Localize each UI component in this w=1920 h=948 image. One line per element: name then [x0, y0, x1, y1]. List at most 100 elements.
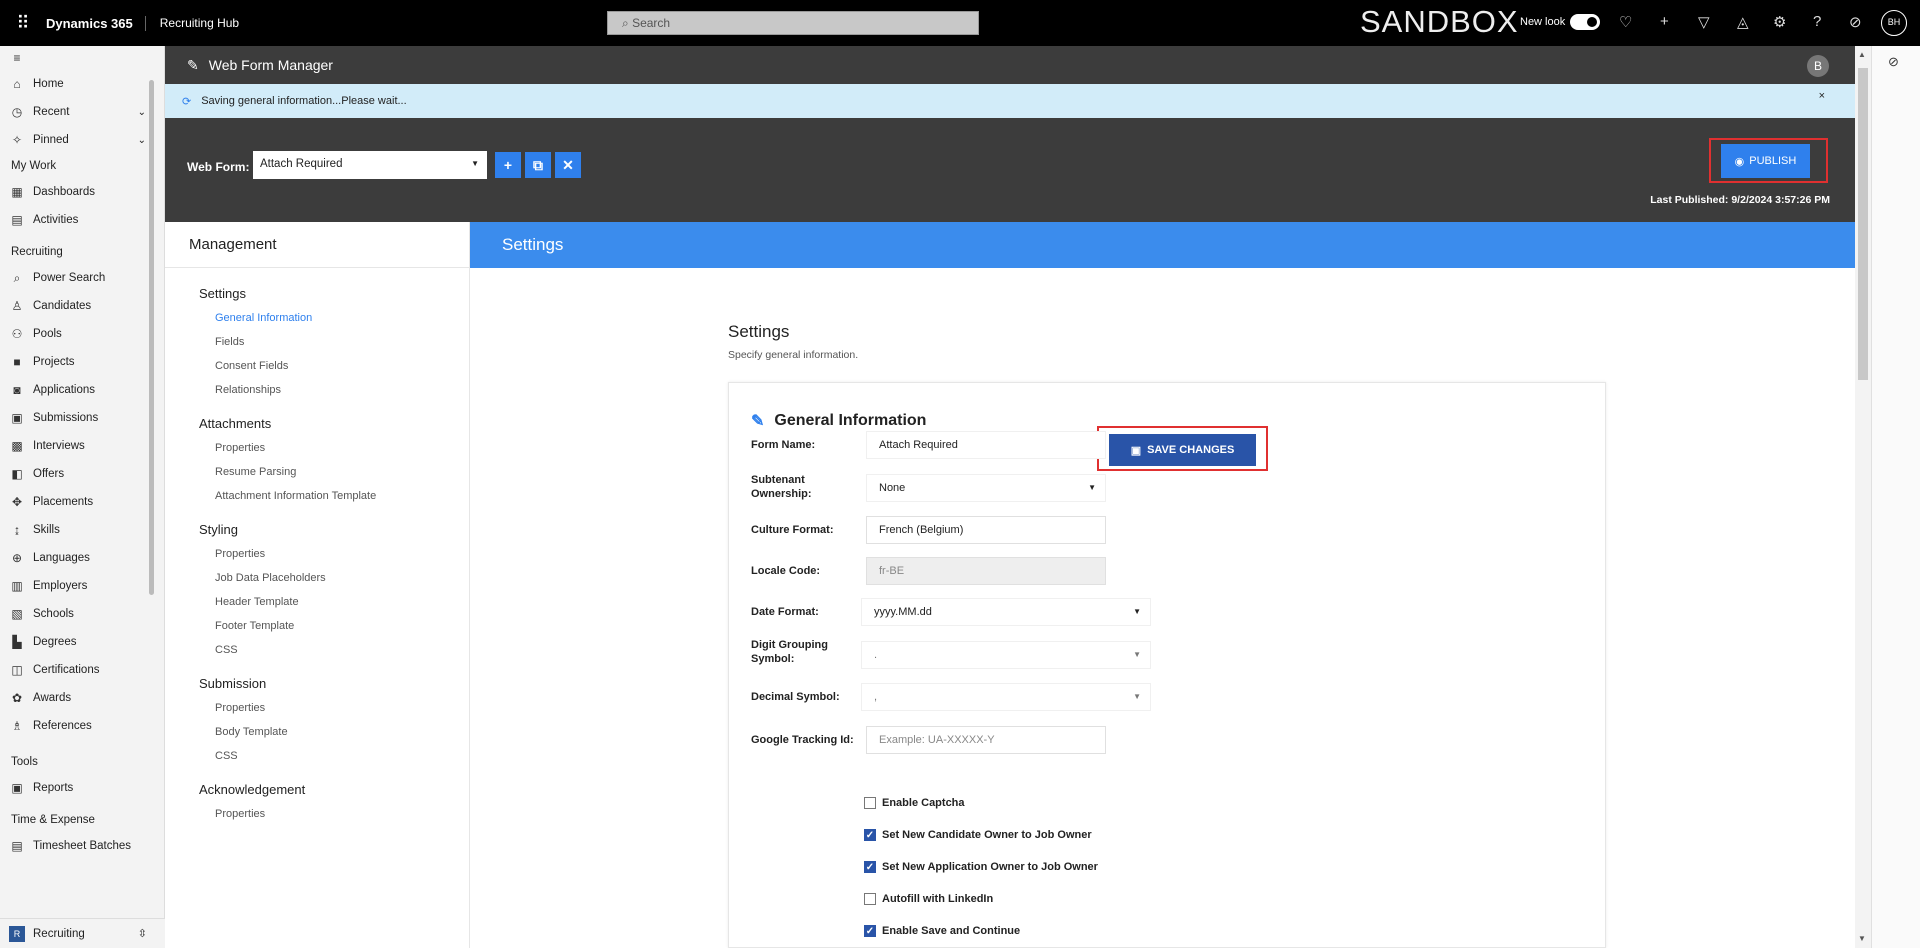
- link-relationships[interactable]: Relationships: [165, 378, 469, 402]
- lightbulb-icon[interactable]: ♡: [1619, 13, 1632, 31]
- edit-icon: ✎: [187, 56, 199, 73]
- subtenant-select[interactable]: None ▼: [866, 474, 1106, 502]
- nav-projects[interactable]: ■ Projects: [0, 348, 164, 376]
- link-attachment-properties[interactable]: Properties: [165, 436, 469, 460]
- link-submission-css[interactable]: CSS: [165, 744, 469, 768]
- card-title: ✎ General Information: [751, 412, 927, 430]
- scrollbar-thumb[interactable]: [1858, 68, 1868, 380]
- group-icon: ⚇: [11, 327, 23, 341]
- link-body-template[interactable]: Body Template: [165, 720, 469, 744]
- bell-icon[interactable]: ◬: [1737, 13, 1749, 31]
- add-form-button[interactable]: +: [495, 152, 521, 178]
- link-job-data-placeholders[interactable]: Job Data Placeholders: [165, 566, 469, 590]
- culture-input[interactable]: French (Belgium): [866, 516, 1106, 544]
- nav-dashboards[interactable]: ▦ Dashboards: [0, 178, 164, 206]
- nav-submissions[interactable]: ▣ Submissions: [0, 404, 164, 432]
- copilot-icon[interactable]: ⊘: [1888, 54, 1899, 70]
- link-acknowledgement-properties[interactable]: Properties: [165, 802, 469, 826]
- scroll-up-icon[interactable]: ▲: [1858, 50, 1866, 59]
- nav-awards[interactable]: ✿ Awards: [0, 684, 164, 712]
- checkbox-unchecked[interactable]: [864, 893, 876, 905]
- nav-pools[interactable]: ⚇ Pools: [0, 320, 164, 348]
- link-resume-parsing[interactable]: Resume Parsing: [165, 460, 469, 484]
- user-avatar[interactable]: BH: [1881, 10, 1907, 36]
- enable-captcha-checkbox[interactable]: Enable Captcha: [864, 797, 965, 809]
- updown-chevron-icon: ⇳: [137, 928, 147, 940]
- area-switcher[interactable]: R Recruiting ⇳: [0, 918, 165, 948]
- nav-activities[interactable]: ▤ Activities: [0, 206, 164, 234]
- link-footer-template[interactable]: Footer Template: [165, 614, 469, 638]
- nav-offers[interactable]: ◧ Offers: [0, 460, 164, 488]
- area-badge: R: [9, 925, 25, 942]
- global-search-input[interactable]: ⌕ Search: [607, 11, 979, 35]
- date-format-select[interactable]: yyyy.MM.dd ▼: [861, 598, 1151, 626]
- checkbox-unchecked[interactable]: [864, 797, 876, 809]
- app-launcher-icon[interactable]: ⠿: [0, 13, 46, 34]
- calendar-icon: ▩: [11, 439, 23, 453]
- nav-power-search[interactable]: ⌕ Power Search: [0, 264, 164, 292]
- save-changes-button[interactable]: ▣ SAVE CHANGES: [1109, 434, 1256, 466]
- copy-form-button[interactable]: ⧉: [525, 152, 551, 178]
- save-continue-checkbox[interactable]: ✓ Enable Save and Continue: [864, 925, 1020, 937]
- delete-form-button[interactable]: ✕: [555, 152, 581, 178]
- nav-skills[interactable]: ↨ Skills: [0, 516, 164, 544]
- link-fields[interactable]: Fields: [165, 330, 469, 354]
- sitemap-nav: ≡ ⌂ Home ◷ Recent ⌄ ✧ Pinned ⌄ My Work ▦ Dashb…: [0, 46, 165, 948]
- form-name-input[interactable]: Attach Required: [866, 431, 1106, 459]
- gear-icon[interactable]: ⚙: [1773, 13, 1786, 31]
- copilot-icon[interactable]: ⊘: [1849, 13, 1862, 31]
- nav-references[interactable]: ♗ References: [0, 712, 164, 740]
- nav-employers[interactable]: ▥ Employers: [0, 572, 164, 600]
- new-look-toggle[interactable]: [1570, 14, 1600, 30]
- link-styling-properties[interactable]: Properties: [165, 542, 469, 566]
- submission-icon: ▣: [11, 411, 23, 425]
- close-icon[interactable]: ×: [1819, 90, 1825, 102]
- nav-scrollbar[interactable]: [149, 80, 154, 595]
- help-icon[interactable]: ?: [1813, 13, 1821, 30]
- user-badge[interactable]: B: [1807, 55, 1829, 77]
- nav-recent[interactable]: ◷ Recent ⌄: [0, 98, 164, 126]
- checkbox-checked[interactable]: ✓: [864, 829, 876, 841]
- general-information-card: ✎ General Information ▣ SAVE CHANGES For…: [728, 382, 1606, 948]
- web-form-select[interactable]: Attach Required ▼: [253, 151, 487, 179]
- link-submission-properties[interactable]: Properties: [165, 696, 469, 720]
- main-scrollbar[interactable]: ▲ ▼: [1855, 46, 1871, 948]
- publish-button[interactable]: ◉ PUBLISH: [1721, 144, 1810, 178]
- digit-grouping-label: Digit Grouping Symbol:: [751, 639, 828, 665]
- link-styling-css[interactable]: CSS: [165, 638, 469, 662]
- nav-degrees[interactable]: ▙ Degrees: [0, 628, 164, 656]
- locale-input: fr-BE: [866, 557, 1106, 585]
- nav-interviews[interactable]: ▩ Interviews: [0, 432, 164, 460]
- group-settings: Settings: [199, 286, 246, 301]
- link-consent-fields[interactable]: Consent Fields: [165, 354, 469, 378]
- checkbox-checked[interactable]: ✓: [864, 925, 876, 937]
- link-general-information[interactable]: General Information: [165, 306, 469, 330]
- nav-home[interactable]: ⌂ Home: [0, 70, 164, 98]
- dropdown-arrow-icon: ▼: [1133, 650, 1141, 659]
- nav-certifications[interactable]: ◫ Certifications: [0, 656, 164, 684]
- candidate-owner-checkbox[interactable]: ✓ Set New Candidate Owner to Job Owner: [864, 829, 1092, 841]
- plus-icon[interactable]: +: [1660, 13, 1669, 30]
- checkbox-checked[interactable]: ✓: [864, 861, 876, 873]
- link-attachment-info-template[interactable]: Attachment Information Template: [165, 484, 469, 508]
- nav-placements[interactable]: ✥ Placements: [0, 488, 164, 516]
- nav-languages[interactable]: ⊕ Languages: [0, 544, 164, 572]
- nav-schools[interactable]: ▧ Schools: [0, 600, 164, 628]
- nav-pinned[interactable]: ✧ Pinned ⌄: [0, 126, 164, 154]
- nav-reports[interactable]: ▣ Reports: [0, 774, 164, 802]
- scroll-down-icon[interactable]: ▼: [1858, 934, 1866, 943]
- digit-grouping-select[interactable]: . ▼: [861, 641, 1151, 669]
- decimal-select[interactable]: , ▼: [861, 683, 1151, 711]
- nav-candidates[interactable]: ♙ Candidates: [0, 292, 164, 320]
- nav-applications[interactable]: ◙ Applications: [0, 376, 164, 404]
- filter-icon[interactable]: ▽: [1698, 13, 1710, 31]
- nav-timesheet-batches[interactable]: ▤ Timesheet Batches: [0, 832, 164, 860]
- hamburger-icon[interactable]: ≡: [0, 46, 164, 70]
- link-header-template[interactable]: Header Template: [165, 590, 469, 614]
- last-published: Last Published: 9/2/2024 3:57:26 PM: [1650, 194, 1830, 206]
- hub-name[interactable]: Recruiting Hub: [146, 16, 239, 30]
- autofill-linkedin-checkbox[interactable]: Autofill with LinkedIn: [864, 893, 993, 905]
- application-owner-checkbox[interactable]: ✓ Set New Application Owner to Job Owner: [864, 861, 1098, 873]
- tracking-input[interactable]: Example: UA-XXXXX-Y: [866, 726, 1106, 754]
- app-name[interactable]: Dynamics 365: [46, 15, 146, 31]
